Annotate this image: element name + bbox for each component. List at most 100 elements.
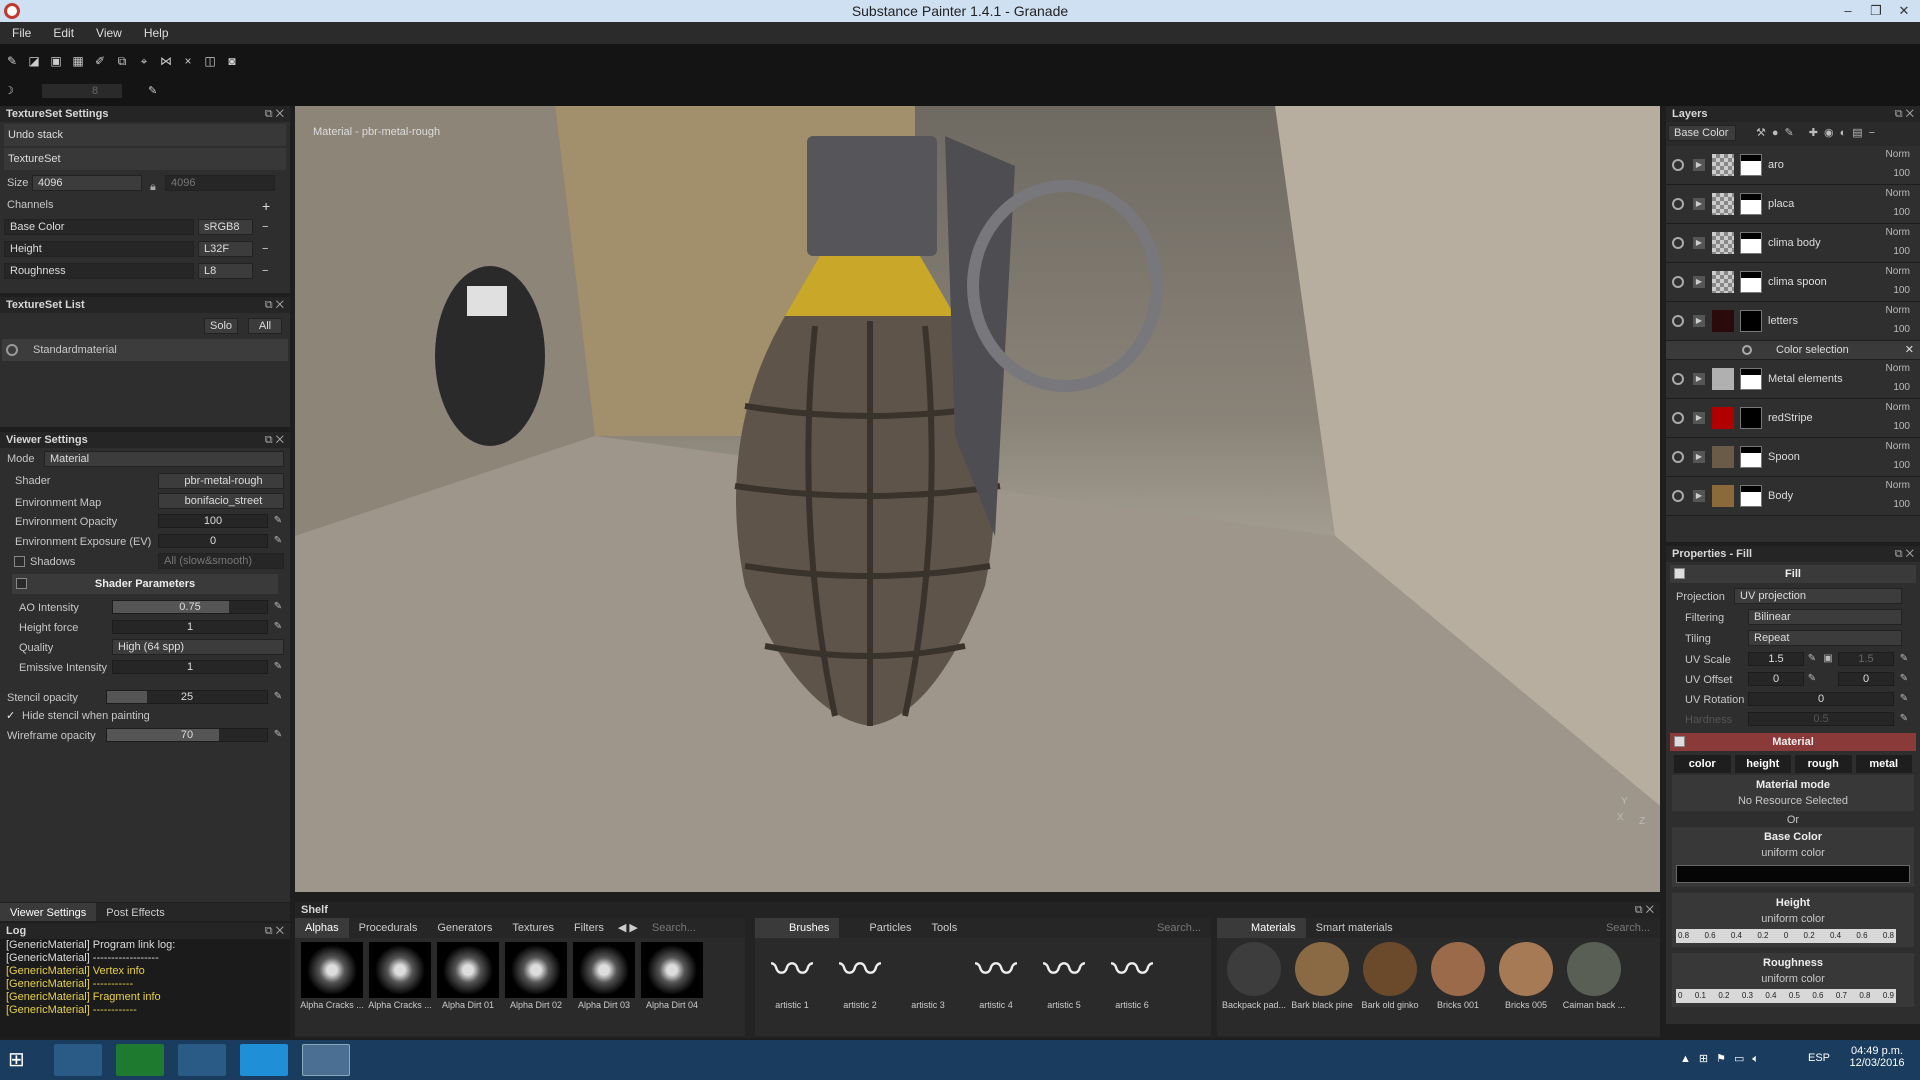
close-icon[interactable]: ⧉ ✕ xyxy=(1635,902,1654,918)
eye-icon[interactable] xyxy=(1672,198,1684,210)
folder-icon[interactable]: ▶ xyxy=(1693,315,1705,327)
folder-icon[interactable]: ▶ xyxy=(1693,373,1705,385)
layer-opacity[interactable]: 100 xyxy=(1893,285,1910,296)
size-height-select[interactable]: 4096 xyxy=(165,175,275,191)
menu-view[interactable]: View xyxy=(96,26,122,40)
view-2d3d-icon[interactable]: ◫ xyxy=(202,53,218,69)
uv-scale-slider[interactable]: 1.5 xyxy=(1748,652,1804,666)
folder-icon[interactable]: ▶ xyxy=(1693,490,1705,502)
clone-icon[interactable]: ⧉ xyxy=(114,53,130,69)
filtering-select[interactable]: Bilinear xyxy=(1748,609,1902,625)
tab-procedurals[interactable]: Procedurals xyxy=(349,918,428,938)
layer-row[interactable]: ▶ Spoon Norm 100 xyxy=(1666,438,1920,477)
alpha-thumbnail[interactable] xyxy=(437,942,499,998)
roughness-slider[interactable]: 0 0.1 0.2 0.3 0.4 0.5 0.6 0.7 0.8 0.9 xyxy=(1676,989,1896,1003)
uv-offset-slider[interactable]: 0 xyxy=(1748,672,1804,686)
fill-section-header[interactable]: Fill xyxy=(1670,565,1916,583)
substance-painter-icon[interactable] xyxy=(302,1044,350,1076)
polygon-fill-icon[interactable]: ▦ xyxy=(70,53,86,69)
material-search-input[interactable]: Search... xyxy=(1596,918,1660,938)
tab-rough[interactable]: rough xyxy=(1795,755,1852,773)
remove-channel-icon[interactable]: − xyxy=(262,216,268,238)
brush-search-input[interactable]: Search... xyxy=(1147,918,1211,938)
close-icon[interactable]: ⧉ ✕ xyxy=(265,432,284,448)
file-explorer-icon[interactable] xyxy=(54,1044,102,1076)
mat-thumbnail[interactable] xyxy=(1499,942,1553,996)
tab-tools[interactable]: Tools xyxy=(922,918,968,938)
system-tray-icons[interactable]: ▲⊞⚑▭🔈︎ xyxy=(1680,1052,1767,1066)
tab-particles[interactable]: Particles xyxy=(839,918,921,938)
height-slider[interactable]: 0.8 0.6 0.4 0.2 0 0.2 0.4 0.6 0.8 xyxy=(1676,929,1896,943)
mirror-icon[interactable]: × xyxy=(180,53,196,69)
tab-alphas[interactable]: Alphas xyxy=(295,918,349,938)
close-icon[interactable]: ⧉ ✕ xyxy=(1895,546,1914,562)
shelf-search-input[interactable]: Search... xyxy=(642,918,706,938)
fill-checkbox[interactable] xyxy=(1674,568,1685,579)
menu-edit[interactable]: Edit xyxy=(53,26,74,40)
layer-row[interactable]: ▶ clima body Norm 100 xyxy=(1666,224,1920,263)
visibility-icon[interactable] xyxy=(6,344,18,356)
brush-thumbnail[interactable] xyxy=(897,942,959,998)
tab-viewer-settings[interactable]: Viewer Settings xyxy=(0,903,97,921)
layer-opacity[interactable]: 100 xyxy=(1893,382,1910,393)
eye-icon[interactable] xyxy=(1672,412,1684,424)
close-icon[interactable]: ⧉ ✕ xyxy=(265,106,284,122)
symmetry-icon[interactable]: ⋈ xyxy=(158,53,174,69)
edit-icon[interactable]: ✎ xyxy=(272,691,284,703)
brush-thumbnail[interactable]: 〰 xyxy=(829,942,891,998)
blend-mode[interactable]: Norm xyxy=(1886,188,1910,199)
brush-thumbnail[interactable]: 〰 xyxy=(1033,942,1095,998)
eye-icon[interactable] xyxy=(1672,315,1684,327)
undo-stack-button[interactable]: Undo stack xyxy=(4,124,286,146)
textureset-button[interactable]: TextureSet xyxy=(4,148,286,170)
stencil-opacity-slider[interactable]: 25 xyxy=(106,690,268,704)
env-map-select[interactable]: bonifacio_street xyxy=(158,493,284,509)
hardness-slider[interactable]: 0.5 xyxy=(1748,712,1894,726)
mode-select[interactable]: Material xyxy=(44,451,284,467)
close-button[interactable]: ✕ xyxy=(1890,0,1918,22)
folder-icon[interactable]: ▶ xyxy=(1693,159,1705,171)
start-button-icon[interactable]: ⊞ xyxy=(8,1048,32,1072)
eye-icon[interactable] xyxy=(1672,451,1684,463)
paint-brush-icon[interactable]: ✎ xyxy=(4,53,20,69)
blend-mode[interactable]: Norm xyxy=(1886,266,1910,277)
channel-format-select[interactable]: L8 xyxy=(198,263,253,279)
shadows-checkbox[interactable] xyxy=(14,556,25,567)
env-opacity-slider[interactable]: 100 xyxy=(158,514,268,528)
close-icon[interactable]: ⧉ ✕ xyxy=(265,923,284,939)
layer-opacity[interactable]: 100 xyxy=(1893,499,1910,510)
tiling-select[interactable]: Repeat xyxy=(1748,630,1902,646)
quality-select[interactable]: High (64 spp) xyxy=(112,639,284,655)
alpha-thumbnail[interactable] xyxy=(505,942,567,998)
sub-layer-row[interactable]: Color selection ✕ xyxy=(1666,341,1920,360)
layer-row[interactable]: ▶ redStripe Norm 100 xyxy=(1666,399,1920,438)
base-color-swatch[interactable] xyxy=(1676,865,1910,883)
uv-scale-v-slider[interactable]: 1.5 xyxy=(1838,652,1894,666)
folder-icon[interactable]: ▶ xyxy=(1693,276,1705,288)
layer-row[interactable]: ▶ Metal elements Norm 100 xyxy=(1666,360,1920,399)
layer-row[interactable]: ▶ Body Norm 100 xyxy=(1666,477,1920,516)
layer-opacity[interactable]: 100 xyxy=(1893,460,1910,471)
layer-opacity[interactable]: 100 xyxy=(1893,207,1910,218)
mat-thumbnail[interactable] xyxy=(1295,942,1349,996)
edit-icon[interactable]: ✎ xyxy=(1806,653,1818,665)
hide-stencil-checkbox[interactable]: ✓ xyxy=(6,707,15,725)
uv-offset-v-slider[interactable]: 0 xyxy=(1838,672,1894,686)
edit-icon[interactable]: ✎ xyxy=(1898,653,1910,665)
brush-thumbnail[interactable]: 〰 xyxy=(761,942,823,998)
tab-color[interactable]: color xyxy=(1674,755,1731,773)
blend-mode[interactable]: Norm xyxy=(1886,480,1910,491)
minimize-button[interactable]: – xyxy=(1834,0,1862,22)
edit-icon[interactable]: ✎ xyxy=(1898,673,1910,685)
3d-viewport[interactable]: Material - pbr-metal-rough Y X Z xyxy=(295,106,1660,892)
maximize-button[interactable]: ❐ xyxy=(1862,0,1890,22)
tab-filters[interactable]: Filters xyxy=(564,918,614,938)
shader-select[interactable]: pbr-metal-rough xyxy=(158,473,284,489)
mat-thumbnail[interactable] xyxy=(1227,942,1281,996)
blend-mode[interactable]: Norm xyxy=(1886,402,1910,413)
height-force-slider[interactable]: 1 xyxy=(112,620,268,634)
add-channel-icon[interactable]: + xyxy=(262,195,270,217)
wireframe-opacity-slider[interactable]: 70 xyxy=(106,728,268,742)
tab-brushes[interactable]: Brushes xyxy=(755,918,840,938)
eye-icon[interactable] xyxy=(1672,237,1684,249)
